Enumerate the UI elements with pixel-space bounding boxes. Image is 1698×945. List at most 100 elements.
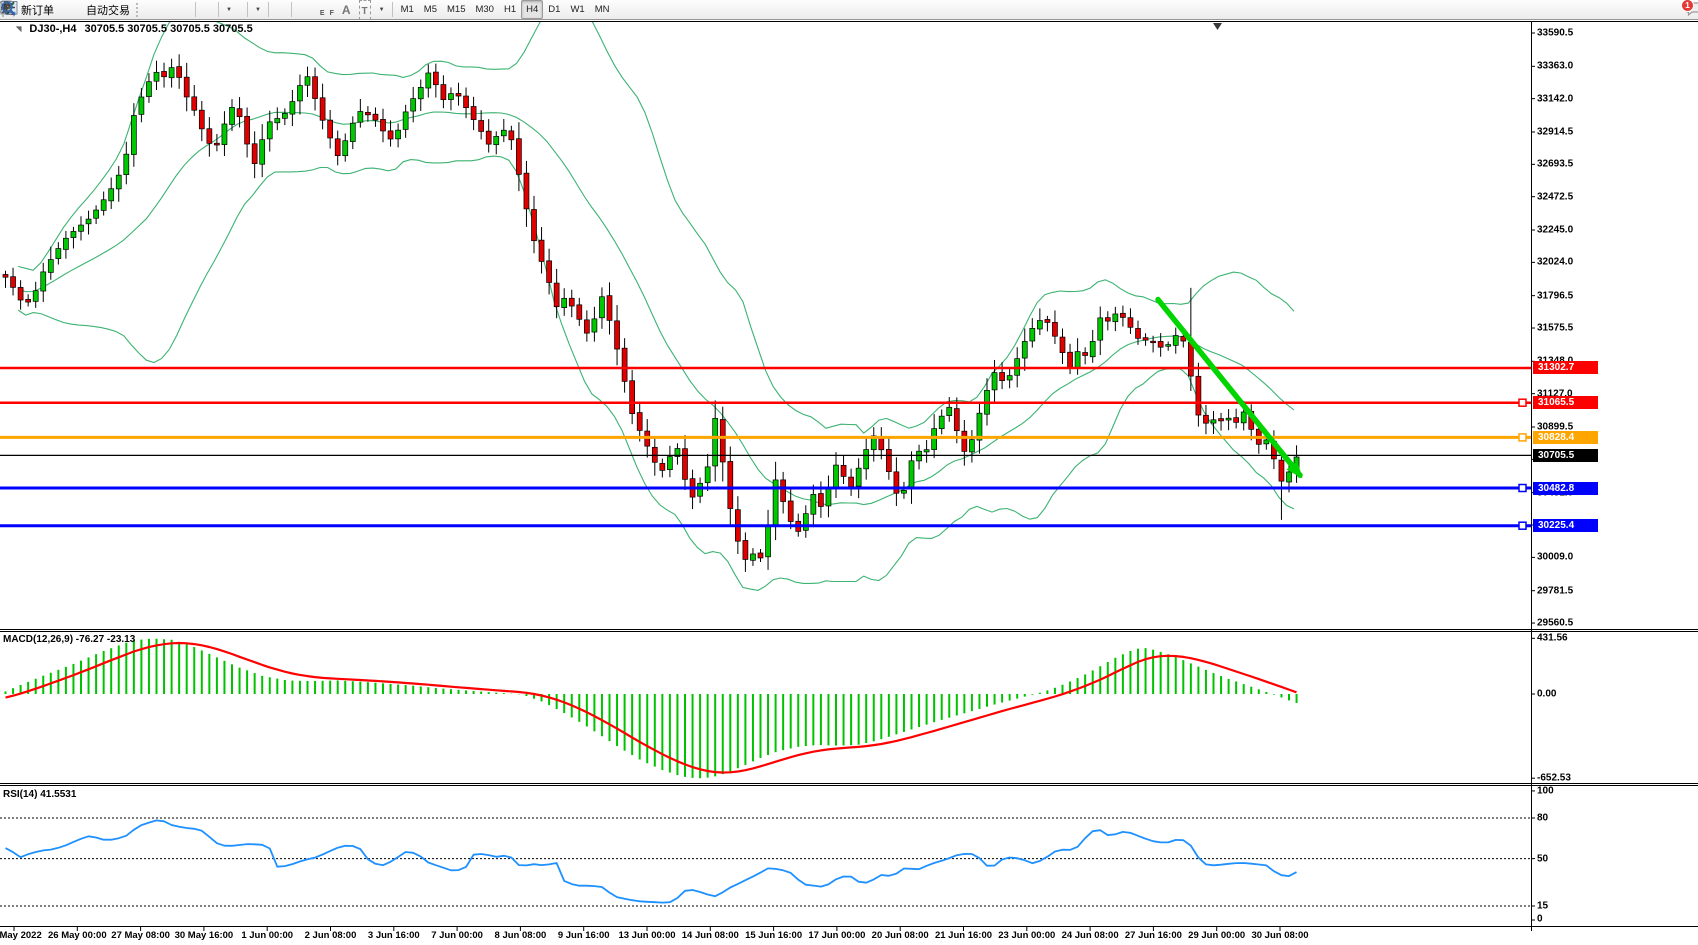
price-level-badge: 30225.4	[1533, 519, 1598, 533]
clock-button[interactable]	[1, 0, 244, 19]
bollinger-bands	[17, 22, 1295, 591]
text-button[interactable]: A	[338, 0, 355, 19]
auto-scroll-button[interactable]	[1, 0, 207, 19]
time-axis-label: 30 Jun 08:00	[1251, 930, 1309, 941]
price-axis-tick: 31575.5	[1537, 322, 1574, 334]
time-axis-label: 9 Jun 16:00	[557, 930, 610, 941]
equidistant-channel-button[interactable]: E	[0, 0, 329, 19]
timeframe-button-m15[interactable]: M15	[442, 0, 470, 19]
timeframe-button-h4[interactable]: H4	[521, 0, 544, 19]
bar-chart-button[interactable]	[1, 0, 152, 19]
macd-indicator	[4, 638, 1298, 779]
tile-windows-button[interactable]	[1, 0, 192, 19]
trendline-button[interactable]	[1, 0, 319, 19]
separator	[267, 2, 269, 17]
toolbar-grip[interactable]	[136, 2, 141, 17]
signal-button[interactable]	[0, 0, 82, 19]
price-level-badge: 31302.7	[1533, 361, 1598, 375]
time-axis-label: 13 Jun 00:00	[618, 930, 676, 941]
timeframe-button-h1[interactable]: H1	[499, 0, 521, 19]
time-axis-label: 30 May 16:00	[174, 930, 234, 941]
chart-canvas[interactable]	[0, 0, 1698, 945]
price-axis-tick: 32024.0	[1537, 256, 1574, 268]
zoom-out-button[interactable]	[1, 0, 184, 19]
new-chart-button[interactable]: ▼	[1, 0, 236, 19]
auto-trading-label: 自动交易	[86, 4, 130, 17]
label-glyph: T	[361, 5, 368, 17]
new-order-button[interactable]: 新订单	[1, 0, 58, 19]
timeframe-button-m30[interactable]: M30	[470, 0, 498, 19]
line-handle[interactable]	[1518, 483, 1527, 493]
trend-arrow[interactable]	[1155, 296, 1303, 479]
new-order-label: 新订单	[21, 4, 54, 17]
separator	[195, 2, 196, 17]
dropdown-arrow-icon: ▼	[254, 6, 261, 13]
time-axis-label: 21 Jun 16:00	[934, 930, 993, 941]
horizontal-line-objects	[0, 366, 1531, 530]
macd-axis-tick: -652.53	[1537, 772, 1571, 784]
separator	[218, 2, 219, 17]
rsi-axis-tick: 0	[1537, 913, 1543, 925]
time-axis-label: 14 Jun 08:00	[681, 930, 739, 941]
crosshair-button[interactable]	[1, 0, 288, 19]
line-handle[interactable]	[1518, 521, 1527, 530]
vertical-line-button[interactable]	[5, 0, 303, 19]
timeframe-button-m5[interactable]: M5	[419, 0, 442, 19]
time-axis-label: 24 Jun 08:00	[1061, 930, 1119, 941]
price-axis-tick: 32472.5	[1537, 191, 1574, 203]
price-level-badge: 31065.5	[1533, 396, 1598, 410]
time-axis-label: 20 Jun 08:00	[871, 930, 929, 941]
line-handle[interactable]	[1518, 398, 1527, 407]
macd-label: MACD(12,26,9) -76.27 -23.13	[3, 634, 136, 645]
fibonacci-button[interactable]: F	[1, 0, 338, 19]
gold-bar-button[interactable]	[2, 0, 66, 19]
time-axis-label: 29 Jun 00:00	[1188, 930, 1246, 941]
price-axis-tick: 29781.5	[1537, 585, 1574, 597]
price-axis-tick: 32693.5	[1537, 158, 1574, 170]
arrows-button[interactable]: ▼	[1, 0, 389, 19]
expand-arrow-icon[interactable]: ◥	[16, 25, 21, 33]
time-axis-label: 2 Jun 08:00	[304, 930, 357, 941]
candlestick-chart-button[interactable]	[1, 0, 160, 19]
time-axis-label: 3 Jun 16:00	[367, 930, 420, 941]
time-axis-label: 1 Jun 00:00	[241, 930, 294, 941]
time-axis-label: 26 May 00:00	[47, 930, 107, 941]
dropdown-arrow-icon: ▼	[226, 6, 232, 13]
rsi-label: RSI(14) 41.5531	[3, 789, 77, 800]
rsi-axis-tick: 50	[1537, 853, 1549, 865]
price-axis-tick: 33142.0	[1537, 93, 1574, 105]
price-axis-tick: 31796.5	[1537, 290, 1574, 302]
rsi-indicator	[0, 817, 1531, 907]
cursor-button[interactable]	[3, 0, 280, 19]
timeframe-button-m1[interactable]: M1	[396, 0, 419, 19]
zoom-in-button[interactable]	[1, 0, 176, 19]
chart-title: ◥ DJ30-,H4 30705.5 30705.5 30705.5 30705…	[16, 23, 253, 35]
line-chart-button[interactable]	[1, 0, 168, 19]
timeframe-button-d1[interactable]: D1	[543, 0, 565, 19]
price-axis-tick: 33363.0	[1537, 60, 1574, 72]
timeframe-button-w1[interactable]: W1	[565, 0, 589, 19]
timeframe-bar: M1 M5 M15 M30 H1 H4 D1 W1 MN	[396, 0, 615, 19]
horizontal-line-button[interactable]	[1, 0, 311, 19]
auto-trading-button[interactable]: 自动交易	[0, 0, 134, 19]
notifications-button[interactable]: 1	[1681, 0, 1698, 19]
timeframe-button-mn[interactable]: MN	[590, 0, 615, 19]
profile-button[interactable]	[1, 0, 74, 19]
shift-marker-icon[interactable]	[1213, 23, 1222, 30]
price-level-badge: 30828.4	[1533, 430, 1598, 444]
separator	[246, 2, 248, 17]
rsi-axis-tick: 100	[1537, 785, 1554, 797]
time-axis-label: 8 Jun 08:00	[494, 930, 547, 941]
time-axis-label: 17 Jun 00:00	[808, 930, 866, 941]
macd-axis-tick: 431.56	[1537, 632, 1568, 644]
dropdown-arrow-icon: ▼	[378, 6, 385, 13]
text-label-button[interactable]: T	[355, 0, 375, 20]
price-axis-tick: 29560.5	[1537, 617, 1574, 629]
label-box: T	[358, 0, 371, 20]
price-axis-tick: 33590.5	[1537, 27, 1574, 39]
text-glyph: A	[341, 2, 351, 17]
line-handle[interactable]	[1518, 433, 1527, 442]
chart-shift-button[interactable]	[1, 0, 215, 19]
chart-type-button[interactable]: ▼	[0, 0, 265, 19]
macd-axis-tick: 0.00	[1537, 688, 1557, 700]
